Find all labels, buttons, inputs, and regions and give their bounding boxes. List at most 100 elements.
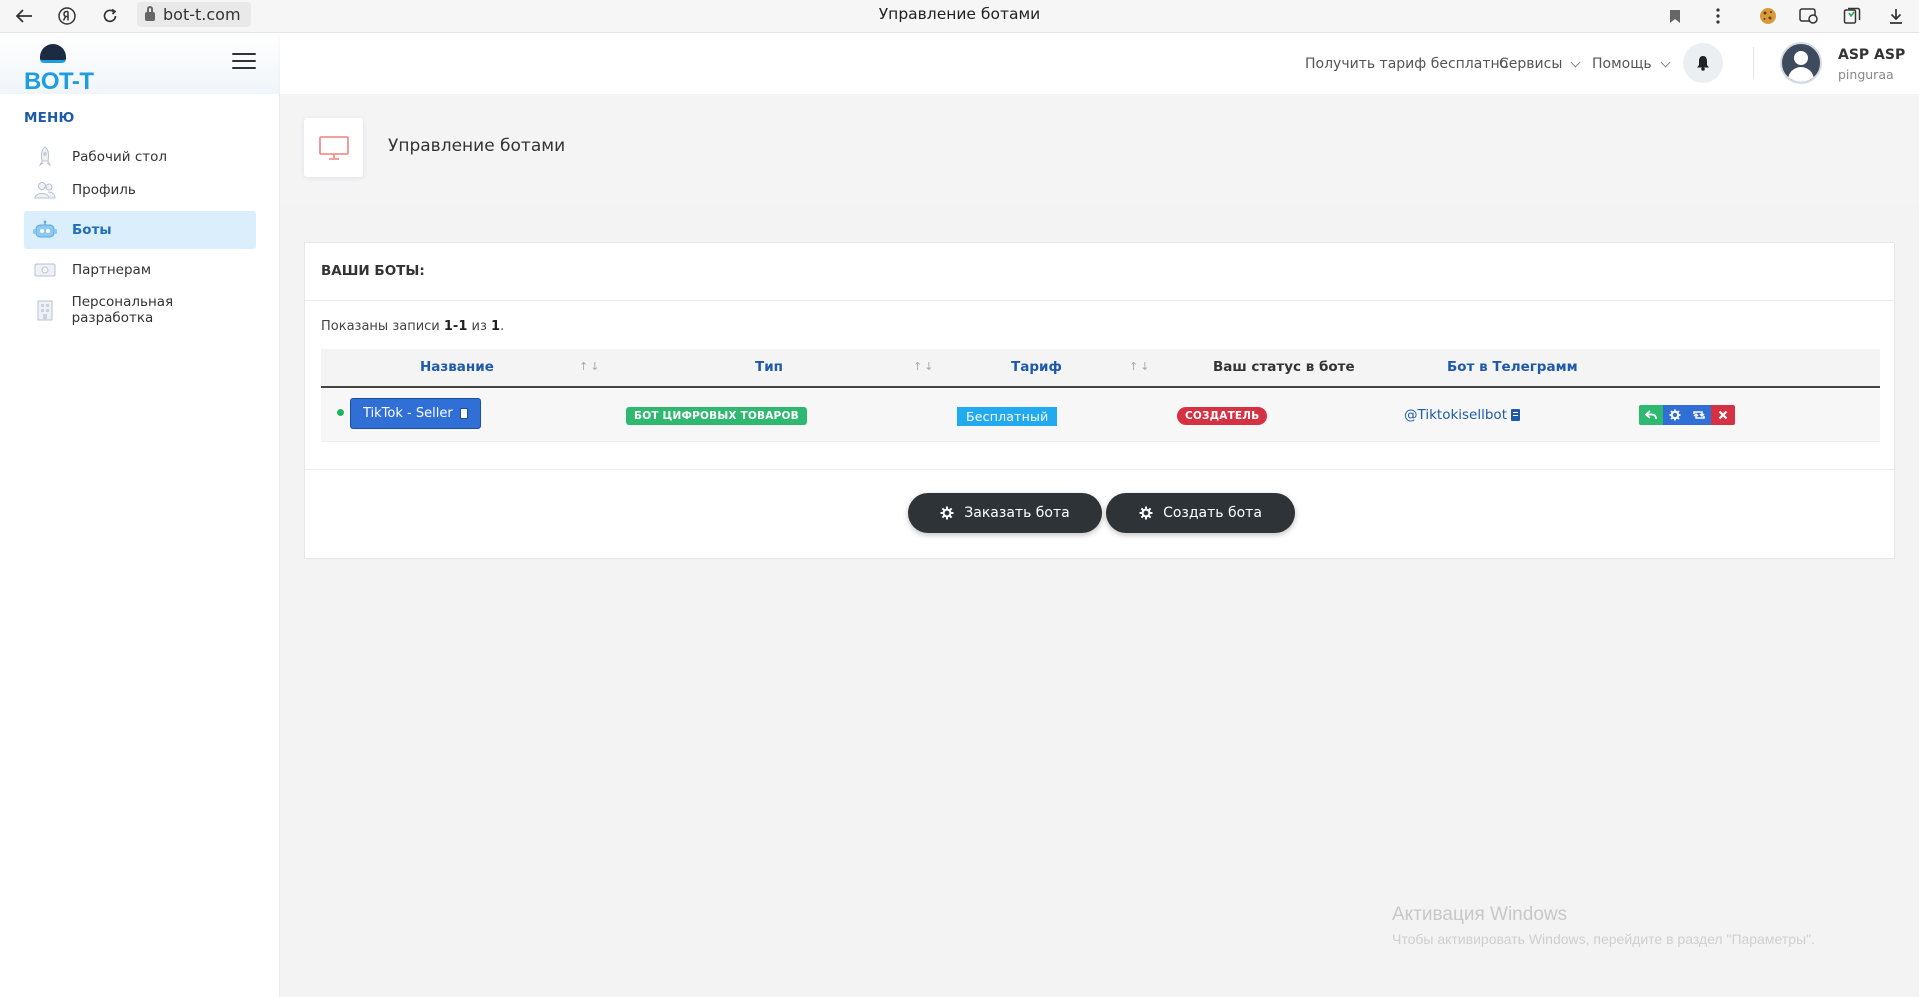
download-icon[interactable] (1884, 4, 1908, 28)
row-actions (1639, 405, 1735, 425)
card-header: ВАШИ БОТЫ: (305, 243, 1894, 301)
retweet-icon (1693, 411, 1705, 419)
url-text: bot-t.com (163, 5, 241, 24)
windows-activation-subtitle: Чтобы активировать Windows, перейдите в … (1392, 931, 1815, 947)
building-icon (32, 299, 58, 321)
copy-icon[interactable] (1510, 409, 1520, 421)
get-free-tariff-link[interactable]: Получить тариф бесплатно (1305, 56, 1508, 72)
reload-icon[interactable] (98, 4, 122, 28)
records-total: 1 (491, 319, 501, 334)
get-free-tariff-label: Получить тариф бесплатно (1305, 56, 1509, 72)
sidebar-item-partners[interactable]: Партнерам (24, 251, 256, 289)
column-header-telegram: Бот в Телеграмм (1447, 359, 1578, 375)
gear-icon (1139, 506, 1153, 520)
column-header-name[interactable]: Название (420, 359, 494, 375)
sidebar-item-profile[interactable]: Профиль (24, 171, 256, 209)
sidebar-item-label: Профиль (72, 182, 136, 198)
rocket-icon (32, 146, 58, 168)
chevron-down-icon (1570, 57, 1581, 67)
delete-button[interactable] (1711, 405, 1735, 425)
card-title: ВАШИ БОТЫ: (321, 263, 425, 279)
telegram-bot-username: @Tiktokisellbot (1404, 407, 1507, 423)
create-bot-label: Создать бота (1163, 505, 1262, 521)
records-prefix: Показаны записи (321, 319, 440, 334)
money-icon (32, 259, 58, 281)
gear-icon (940, 506, 954, 520)
settings-button[interactable] (1663, 405, 1687, 425)
sidebar-item-label: Рабочий стол (72, 149, 167, 165)
lock-icon (145, 6, 155, 21)
sort-arrows-icon[interactable]: ↑↓ (913, 360, 935, 373)
sidebar-item-label: Партнерам (72, 262, 152, 278)
telegram-bot-link[interactable]: @Tiktokisellbot (1404, 407, 1520, 423)
sidebar-item-bots[interactable]: Боты (24, 211, 256, 249)
bots-card: ВАШИ БОТЫ: Показаны записи 1-1 из 1. Наз… (304, 242, 1895, 559)
copy-icon[interactable] (459, 408, 468, 419)
status-badge: СОЗДАТЕЛЬ (1177, 407, 1268, 425)
column-header-tariff[interactable]: Тариф (1011, 359, 1062, 375)
header-divider (1753, 47, 1754, 79)
online-status-dot (337, 409, 344, 416)
collections-icon[interactable] (1840, 4, 1864, 28)
logo[interactable]: BOT-T (24, 68, 94, 96)
column-header-type[interactable]: Тип (755, 359, 783, 375)
page-title: Управление ботами (388, 136, 566, 156)
records-range: 1-1 (443, 319, 468, 334)
address-bar[interactable]: bot-t.com (137, 2, 251, 27)
user-name[interactable]: ASP ASP (1838, 47, 1905, 63)
sidebar: BOT-T МЕНЮ Рабочий стол Профиль Боты Пар… (0, 33, 280, 997)
reply-icon (1645, 410, 1657, 420)
sort-arrows-icon[interactable]: ↑↓ (579, 360, 601, 373)
order-bot-label: Заказать бота (964, 505, 1070, 521)
logo-area: BOT-T (0, 33, 280, 96)
logo-text: BOT-T (24, 68, 94, 95)
back-arrow-icon[interactable] (12, 4, 36, 28)
browser-window-title: Управление ботами (878, 5, 1041, 23)
bot-type-badge: БОТ ЦИФРОВЫХ ТОВАРОВ (626, 407, 807, 425)
records-suffix: . (500, 319, 505, 334)
records-summary: Показаны записи 1-1 из 1. (321, 319, 504, 334)
table-row: TikTok - Seller БОТ ЦИФРОВЫХ ТОВАРОВ Бес… (321, 388, 1880, 442)
menu-section-label: МЕНЮ (24, 110, 75, 126)
chevron-down-icon (1660, 57, 1671, 67)
notifications-button[interactable] (1683, 43, 1723, 83)
column-header-status: Ваш статус в боте (1213, 359, 1355, 375)
page-icon-box (304, 118, 363, 177)
bookmark-icon[interactable] (1663, 4, 1687, 28)
windows-activation-title: Активация Windows (1392, 904, 1568, 925)
sidebar-item-label: Боты (72, 222, 112, 238)
more-vertical-icon[interactable] (1706, 4, 1730, 28)
hamburger-menu-icon[interactable] (232, 53, 256, 71)
gear-icon (1669, 409, 1681, 421)
robot-icon (32, 219, 58, 241)
create-bot-button[interactable]: Создать бота (1106, 493, 1295, 533)
sidebar-item-personal-development[interactable]: Персональная разработка (24, 291, 256, 329)
bot-name: TikTok - Seller (363, 406, 453, 421)
bell-icon (1697, 56, 1709, 71)
screenshot-icon[interactable] (1797, 4, 1821, 28)
user-login: pinguraa (1838, 67, 1894, 82)
browser-toolbar: bot-t.com Управление ботами (0, 0, 1919, 33)
page-header: Управление ботами (280, 94, 1919, 204)
records-of: из (471, 319, 487, 334)
yandex-icon[interactable] (55, 4, 79, 28)
logo-hat-icon (40, 44, 66, 63)
reply-button[interactable] (1639, 405, 1663, 425)
avatar[interactable] (1780, 42, 1822, 84)
top-header: Получить тариф бесплатно Сервисы Помощь … (280, 33, 1919, 94)
card-divider (305, 469, 1894, 470)
reload-bot-button[interactable] (1687, 405, 1711, 425)
tariff-badge: Бесплатный (957, 407, 1058, 426)
help-label: Помощь (1592, 56, 1652, 72)
users-icon (32, 179, 58, 201)
help-dropdown[interactable]: Помощь (1592, 56, 1671, 72)
monitor-icon (318, 135, 349, 160)
cookie-icon[interactable] (1756, 4, 1780, 28)
sort-arrows-icon[interactable]: ↑↓ (1129, 360, 1151, 373)
sidebar-item-label: Персональная разработка (71, 294, 174, 326)
services-dropdown[interactable]: Сервисы (1499, 56, 1581, 72)
bot-name-button[interactable]: TikTok - Seller (350, 398, 481, 429)
order-bot-button[interactable]: Заказать бота (908, 493, 1102, 533)
table-header-row: Название ↑↓ Тип ↑↓ Тариф ↑↓ Ваш статус в… (321, 349, 1880, 388)
services-label: Сервисы (1499, 56, 1563, 72)
